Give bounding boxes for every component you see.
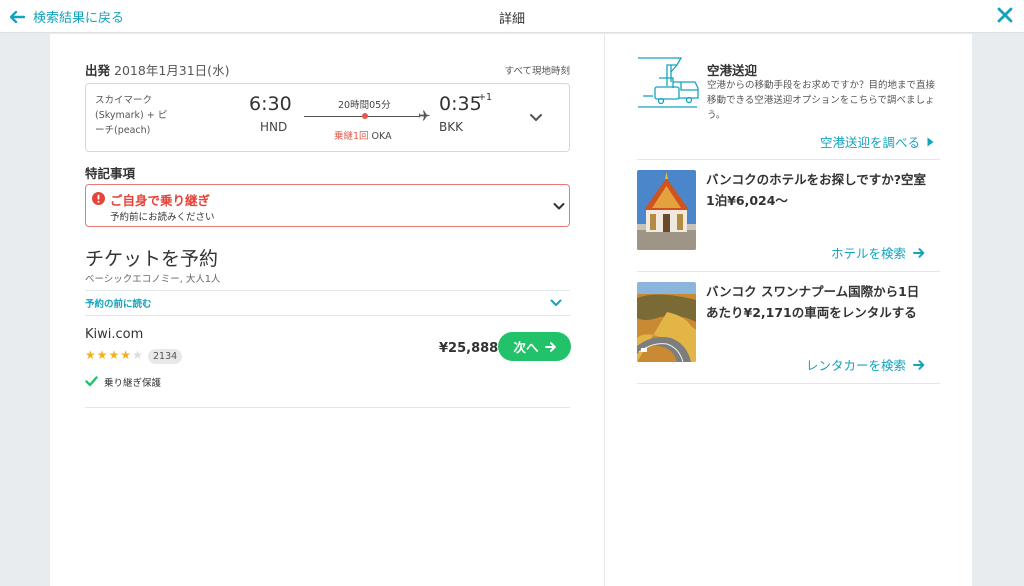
road-thumbnail [637, 282, 696, 362]
divider [85, 290, 570, 291]
self-transfer-warning[interactable]: ご自身で乗り継ぎ 予約前にお読みください [85, 184, 570, 227]
stops-count: 乗継1回 [334, 131, 369, 142]
offer-price: ¥25,888 [439, 341, 499, 356]
airplane-icon [419, 110, 430, 121]
ticket-fare-info: ベーシックエコノミー, 大人1人 [85, 274, 221, 285]
departure-time: 6:30 [249, 93, 292, 115]
arrow-right-icon [913, 359, 925, 370]
next-button[interactable]: 次へ [498, 332, 571, 361]
star-icon: ★ [85, 348, 97, 362]
arrow-right-icon [913, 247, 925, 258]
airline-name: スカイマーク (Skymark) + ピーチ(peach) [95, 95, 168, 136]
notes-heading: 特記事項 [85, 166, 136, 181]
read-before-booking-link[interactable]: 予約の前に読む [85, 296, 152, 310]
caret-right-icon [927, 137, 934, 146]
local-time-note: すべて現地時刻 [504, 66, 570, 77]
divider [85, 407, 570, 408]
page-title: 詳細 [498, 12, 525, 27]
temple-image [637, 170, 696, 250]
departure-date: 2018年1月31日(水) [114, 63, 230, 78]
warning-subtitle: 予約前にお読みください [110, 212, 215, 223]
next-button-label: 次へ [513, 340, 539, 355]
divider [85, 315, 570, 316]
right-gutter [972, 34, 1024, 586]
arrival-airport-code: BKK [439, 120, 463, 134]
transfer-protection-label: 乗り継ぎ保護 [104, 378, 162, 389]
arrow-right-icon [544, 341, 556, 352]
divider [637, 159, 940, 160]
top-bar: 検索結果に戻る 詳細 [0, 0, 1024, 33]
airport-transfer-illustration [638, 57, 699, 108]
star-rating: ★★★★★ [85, 348, 144, 362]
departure-label: 出発 [85, 63, 111, 78]
divider [637, 383, 940, 384]
chevron-down-icon [553, 203, 565, 210]
hotel-promo-text: バンコクのホテルをお探しですか?空室1泊¥6,024〜 [706, 172, 927, 208]
bangkok-temple-thumbnail [637, 170, 696, 250]
arrival-time: 0:35 [439, 93, 482, 115]
explore-transfer-link[interactable]: 空港送迎を調べる [820, 132, 934, 151]
check-icon [85, 376, 98, 387]
car-rental-search-link[interactable]: レンタカーを検索 [806, 355, 925, 374]
arrival-day-offset: +1 [478, 92, 493, 103]
star-icon: ★ [132, 348, 144, 362]
car-rental-promo-text: バンコク スワンナプーム国際から1日あたり¥2,171の車両をレンタルする [706, 284, 920, 320]
hotel-search-link[interactable]: ホテルを検索 [831, 243, 925, 262]
flight-summary-card[interactable]: スカイマーク (Skymark) + ピーチ(peach) 6:30 HND 2… [85, 83, 570, 152]
stops-info: 乗継1回 OKA [334, 128, 392, 142]
explore-transfer-label: 空港送迎を調べる [819, 135, 920, 150]
car-rental-search-label: レンタカーを検索 [805, 358, 906, 373]
flight-detail-panel: 出発 2018年1月31日(水) すべて現地時刻 スカイマーク (Skymark)… [50, 34, 604, 586]
chevron-down-icon[interactable] [550, 299, 562, 307]
star-icon: ★ [120, 348, 133, 362]
hotel-search-label: ホテルを検索 [830, 246, 906, 261]
stopover-dot [362, 113, 368, 119]
sidebar: 空港送迎 空港からの移動手段をお求めですか？目的地まで直接移動できる空港送迎オプ… [605, 34, 972, 586]
flight-duration: 20時間05分 [338, 100, 391, 111]
departure-header: 出発 2018年1月31日(水) すべて現地時刻 [85, 60, 570, 78]
divider [637, 271, 940, 272]
review-count-badge: 2134 [148, 349, 183, 364]
close-icon[interactable] [997, 7, 1013, 23]
warning-title: ご自身で乗り継ぎ [110, 193, 211, 208]
ticket-heading: チケットを予約 [85, 248, 219, 270]
chevron-down-icon[interactable] [529, 113, 543, 123]
transfer-heading: 空港送迎 [707, 63, 758, 78]
transfer-description: 空港からの移動手段をお求めですか？目的地まで直接移動できる空港送迎オプションをこ… [707, 80, 936, 121]
stopover-airport-code: OKA [371, 131, 392, 142]
road-image [637, 282, 696, 362]
star-icon: ★ [96, 348, 109, 362]
alert-circle-icon [92, 192, 105, 205]
vendor-name: Kiwi.com [85, 327, 144, 342]
departure-airport-code: HND [260, 120, 288, 134]
left-gutter [0, 34, 50, 586]
star-icon: ★ [108, 348, 121, 362]
